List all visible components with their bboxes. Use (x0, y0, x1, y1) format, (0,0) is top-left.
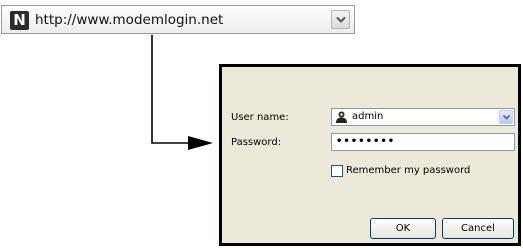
username-dropdown-button[interactable] (499, 110, 513, 124)
remember-password-checkbox[interactable] (331, 165, 343, 177)
user-icon (336, 111, 347, 123)
chevron-down-icon (503, 115, 510, 120)
username-combobox[interactable]: admin (331, 108, 515, 126)
username-value: admin (352, 111, 384, 122)
login-dialog: User name: admin Password: •••••••• Reme… (219, 64, 521, 246)
ok-button[interactable]: OK (370, 218, 436, 239)
username-label: User name: (231, 112, 289, 123)
cancel-button[interactable]: Cancel (442, 218, 514, 239)
password-label: Password: (231, 137, 282, 148)
login-dialog-body: User name: admin Password: •••••••• Reme… (222, 67, 518, 243)
remember-password-label: Remember my password (346, 165, 471, 176)
password-field[interactable]: •••••••• (331, 133, 515, 151)
